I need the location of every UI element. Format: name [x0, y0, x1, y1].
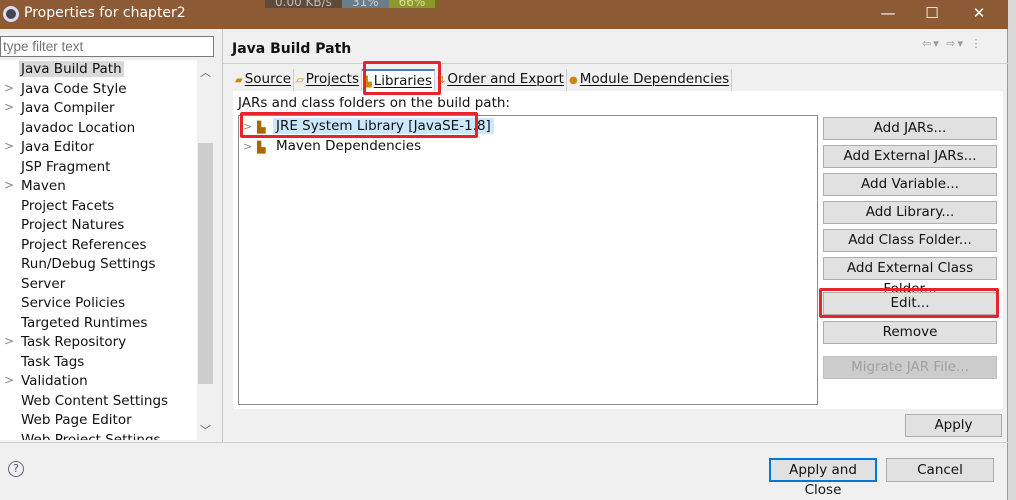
mem-usage: 66%: [388, 0, 436, 8]
library-icon: ▙: [257, 141, 266, 154]
navigation-arrows[interactable]: ⇦▾ ⇨▾ ⋮: [922, 37, 984, 50]
library-icon: ▙: [364, 77, 372, 88]
entry-label: JRE System Library [JavaSE-1.8]: [273, 118, 494, 134]
entry-label: Maven Dependencies: [276, 138, 422, 154]
cpu-usage: 31%: [341, 0, 389, 8]
filter-input[interactable]: [0, 36, 214, 57]
tab-order-and-export[interactable]: ⇅ Order and Export: [435, 69, 567, 91]
tree-item-label: Targeted Runtimes: [21, 314, 148, 331]
window-title: Properties for chapter2: [24, 5, 186, 21]
footer-divider: [0, 442, 1008, 443]
tab-label: Module Dependencies: [579, 71, 730, 87]
tree-item-label: Java Code Style: [21, 80, 127, 97]
tree-item-label: Java Editor: [21, 139, 94, 155]
add-jars-button[interactable]: Add JARs...: [823, 117, 997, 140]
forward-icon[interactable]: ⇨▾: [946, 37, 965, 50]
migrate-jar-file-button: Migrate JAR File...: [823, 356, 997, 379]
tree-item-label: JSP Fragment: [21, 158, 111, 175]
title-bar: Properties for chapter2 0.00 KB/s 31% 66…: [0, 0, 1008, 29]
tab-label: Order and Export: [447, 71, 564, 87]
remove-button[interactable]: Remove: [823, 321, 997, 344]
list-label: JARs and class folders on the build path…: [238, 95, 510, 111]
add-external-class-folder-button[interactable]: Add External Class Folder...: [823, 257, 997, 297]
scroll-down-icon[interactable]: ﹀: [200, 422, 211, 438]
build-path-list[interactable]: > ▙ JRE System Library [JavaSE-1.8] > ▙ Maven…: [238, 115, 818, 405]
chevron-right-icon[interactable]: >: [4, 373, 14, 387]
maximize-button[interactable]: ☐: [912, 4, 952, 24]
close-button[interactable]: ✕: [959, 4, 999, 24]
divider: [223, 63, 1008, 64]
apply-button[interactable]: Apply: [905, 414, 1002, 437]
tab-module-dependencies[interactable]: ● Module Dependencies: [567, 69, 733, 91]
cancel-button[interactable]: Cancel: [886, 458, 994, 482]
tree-item-label: Validation: [21, 373, 88, 389]
tree-item-label: Web Page Editor: [21, 412, 132, 428]
tab-label: Source: [244, 71, 292, 87]
tree-item-label: Task Repository: [21, 334, 127, 350]
add-external-jars-button[interactable]: Add External JARs...: [823, 145, 997, 168]
back-icon[interactable]: ⇦▾: [922, 37, 941, 50]
scrollbar-thumb[interactable]: [198, 143, 213, 384]
properties-dialog: Properties for chapter2 0.00 KB/s 31% 66…: [0, 0, 1008, 500]
tab-libraries[interactable]: ▙ Libraries: [362, 69, 436, 91]
tree-item-label: Javadoc Location: [21, 119, 136, 136]
chevron-right-icon[interactable]: >: [243, 140, 252, 153]
tab-source[interactable]: ▰ Source: [233, 69, 295, 91]
tree-item-label: Web Content Settings: [21, 392, 169, 409]
help-icon[interactable]: ?: [8, 461, 24, 477]
chevron-right-icon[interactable]: >: [4, 178, 14, 192]
network-monitor-overlay: 0.00 KB/s 31% 66%: [265, 0, 436, 11]
chevron-right-icon[interactable]: >: [4, 81, 14, 95]
tab-projects[interactable]: ▱ Projects: [294, 69, 363, 91]
tree-item-label: Run/Debug Settings: [21, 256, 156, 272]
projects-folder-icon: ▱: [296, 75, 304, 86]
apply-and-close-button[interactable]: Apply and Close: [769, 458, 877, 498]
chevron-right-icon[interactable]: >: [4, 139, 14, 153]
tree-item-label: Task Tags: [21, 353, 85, 370]
tree-item-label: Web Project Settings: [21, 431, 161, 441]
tree-item-label: Project Facets: [21, 197, 115, 214]
tree-item-label: Server: [21, 275, 66, 292]
tree-item-label: Maven: [21, 178, 66, 194]
tree-item-label: Java Compiler: [21, 100, 115, 116]
minimize-button[interactable]: —: [868, 4, 908, 24]
tab-label: Libraries: [373, 73, 433, 89]
net-speed: 0.00 KB/s: [265, 0, 342, 8]
chevron-right-icon[interactable]: >: [4, 100, 14, 114]
tab-bar: ▰ Source ▱ Projects ▙ Libraries ⇅ Order and Exp…: [233, 69, 733, 91]
properties-tree: Java Build Path > Java Code Style > Java Com…: [0, 60, 214, 440]
add-variable-button[interactable]: Add Variable...: [823, 173, 997, 196]
splitter[interactable]: [222, 29, 223, 442]
module-icon: ●: [568, 75, 578, 86]
tree-item-label: Java Build Path: [19, 61, 124, 77]
library-icon: ▙: [257, 121, 266, 134]
edit-button[interactable]: Edit...: [823, 292, 997, 315]
menu-icon[interactable]: ⋮: [971, 37, 984, 50]
add-library-button[interactable]: Add Library...: [823, 201, 997, 224]
page-title: Java Build Path: [232, 41, 352, 57]
chevron-right-icon[interactable]: >: [4, 334, 14, 348]
tab-label: Projects: [305, 71, 360, 87]
eclipse-app-icon: [3, 6, 19, 22]
scroll-up-icon[interactable]: ︿: [200, 64, 211, 80]
add-class-folder-button[interactable]: Add Class Folder...: [823, 229, 997, 252]
tree-scrollbar[interactable]: ︿ ﹀: [197, 60, 214, 440]
order-export-icon: ⇅: [437, 75, 446, 86]
chevron-right-icon[interactable]: >: [243, 120, 252, 133]
tree-item-label: Service Policies: [21, 295, 126, 311]
tree-item-label: Project Natures: [21, 217, 125, 233]
source-folder-icon: ▰: [235, 75, 243, 86]
tree-item-label: Project References: [21, 236, 147, 253]
